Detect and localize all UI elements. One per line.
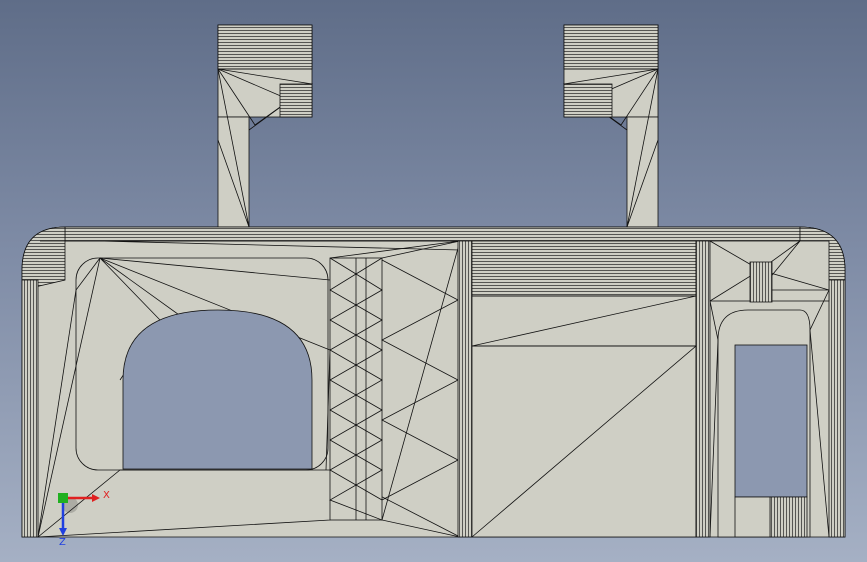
z-axis-label: Z — [59, 537, 66, 548]
mesh-model[interactable] — [21, 24, 846, 538]
cad-viewport[interactable]: X Z — [0, 0, 867, 562]
right-post — [562, 24, 659, 228]
main-body — [21, 226, 846, 538]
y-axis-marker — [58, 493, 68, 503]
left-post — [217, 24, 314, 228]
x-axis-label: X — [103, 490, 110, 501]
